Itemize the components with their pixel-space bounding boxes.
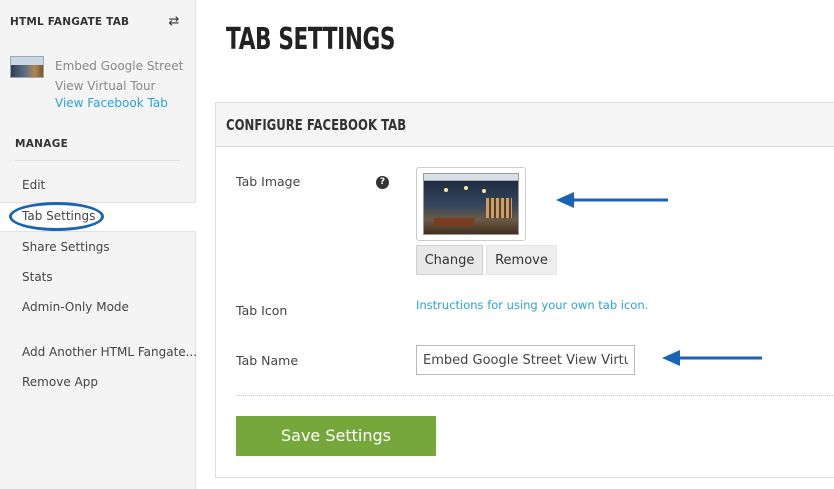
tab-icon-instructions-link[interactable]: Instructions for using your own tab icon… [416,298,648,312]
manage-heading: MANAGE [15,138,69,150]
tab-image-preview [416,167,526,241]
sidebar-header: HTML FANGATE TAB [10,16,130,28]
tab-name-input[interactable] [416,345,635,375]
change-image-button[interactable]: Change [416,245,483,275]
swap-arrows-icon[interactable]: ⇄ [166,15,182,29]
tab-name-label: Tab Name [236,353,299,368]
save-settings-button[interactable]: Save Settings [236,416,436,456]
question-circle-icon[interactable]: ? [376,176,389,189]
sidebar-item-edit[interactable]: Edit [22,178,45,192]
annotation-circle [9,202,104,231]
page-title: TAB SETTINGS [226,22,396,57]
remove-image-button[interactable]: Remove [486,245,557,275]
divider [15,160,180,161]
panel-title: CONFIGURE FACEBOOK TAB [226,116,407,134]
view-facebook-tab-link[interactable]: View Facebook Tab [55,96,168,110]
tab-image-thumbnail [423,173,519,235]
annotation-arrow-icon [556,192,668,208]
annotation-arrow-icon [662,350,762,366]
sidebar-item-add-another[interactable]: Add Another HTML Fangate... [22,345,197,359]
sidebar-item-stats[interactable]: Stats [22,270,53,284]
sidebar: HTML FANGATE TAB ⇄ Embed Google Street V… [0,0,197,489]
app-name: Embed Google Street View Virtual Tour [55,59,184,93]
sidebar-item-share-settings[interactable]: Share Settings [22,240,110,254]
divider [236,395,834,396]
app-thumbnail [10,56,44,78]
tab-image-label: Tab Image [236,174,301,189]
panel-header: CONFIGURE FACEBOOK TAB [216,103,834,147]
sidebar-item-remove-app[interactable]: Remove App [22,375,98,389]
tab-icon-label: Tab Icon [236,303,288,318]
sidebar-item-admin-only-mode[interactable]: Admin-Only Mode [22,300,129,314]
